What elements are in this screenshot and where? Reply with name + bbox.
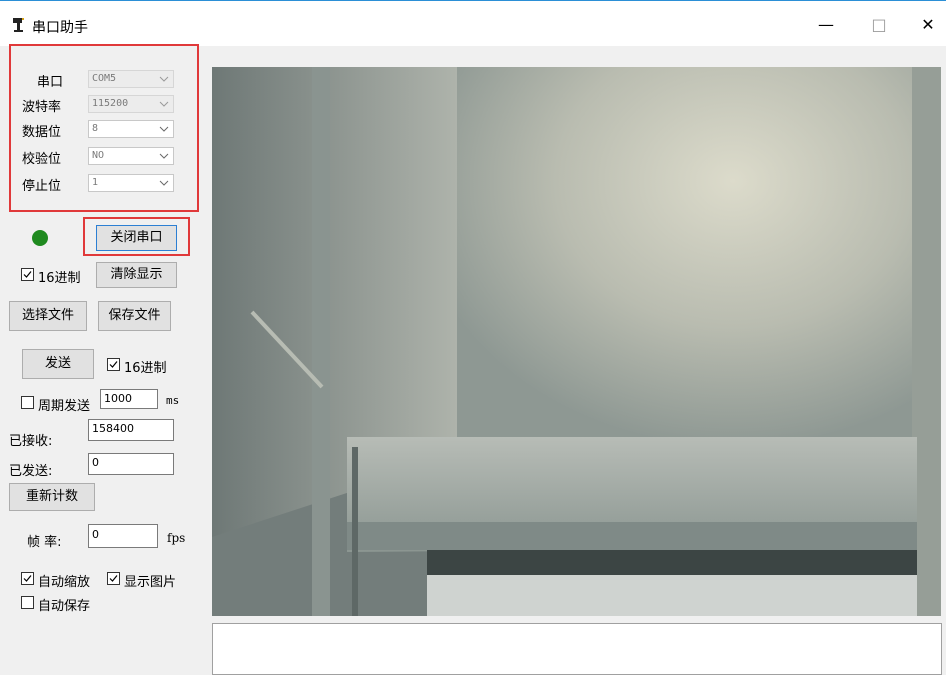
receive-text-area[interactable] <box>212 623 942 675</box>
sent-count-field: 0 <box>88 453 174 475</box>
checkmark-icon <box>23 271 32 278</box>
parity-label: 校验位 <box>22 152 62 167</box>
stopbits-value: 1 <box>92 177 99 188</box>
sent-label: 已发送: <box>9 464 53 479</box>
select-file-button[interactable]: 选择文件 <box>9 301 87 331</box>
period-input[interactable]: 1000 <box>100 389 158 409</box>
chevron-down-icon <box>159 180 169 186</box>
period-unit: ms <box>166 394 180 407</box>
checkmark-icon <box>23 575 32 582</box>
chevron-down-icon <box>159 153 169 159</box>
receive-hex-label: 16进制 <box>38 271 81 286</box>
port-value: COM5 <box>92 73 117 84</box>
close-port-button[interactable]: 关闭串口 <box>96 225 177 251</box>
port-select[interactable]: COM5 <box>88 70 174 88</box>
received-count-field: 158400 <box>88 419 174 441</box>
send-hex-checkbox[interactable] <box>107 358 120 371</box>
baud-select[interactable]: 115200 <box>88 95 174 113</box>
minimize-button[interactable]: — <box>804 9 848 41</box>
baud-value: 115200 <box>92 98 129 109</box>
autosave-label: 自动保存 <box>38 599 91 614</box>
title-bar: 串口助手 — □ ✕ <box>0 0 946 46</box>
fps-label: 帧 率: <box>27 535 62 550</box>
reset-count-button[interactable]: 重新计数 <box>9 483 95 511</box>
periodic-send-checkbox[interactable] <box>21 396 34 409</box>
periodic-send-label: 周期发送 <box>38 399 91 414</box>
databits-value: 8 <box>92 123 99 134</box>
databits-select[interactable]: 8 <box>88 120 174 138</box>
stopbits-label: 停止位 <box>22 179 62 194</box>
stopbits-select[interactable]: 1 <box>88 174 174 192</box>
autoscale-checkbox[interactable] <box>21 572 34 585</box>
show-image-checkbox[interactable] <box>107 572 120 585</box>
receive-hex-checkbox[interactable] <box>21 268 34 281</box>
save-file-button[interactable]: 保存文件 <box>98 301 171 331</box>
chevron-down-icon <box>159 101 169 107</box>
send-button[interactable]: 发送 <box>22 349 94 379</box>
baud-label: 波特率 <box>22 100 62 115</box>
send-hex-label: 16进制 <box>124 361 167 376</box>
connection-status-indicator <box>32 230 48 246</box>
show-image-label: 显示图片 <box>124 575 177 590</box>
checkmark-icon <box>109 575 118 582</box>
chevron-down-icon <box>159 76 169 82</box>
checkmark-icon <box>109 361 118 368</box>
fps-unit: fps <box>167 531 186 545</box>
autoscale-label: 自动缩放 <box>38 575 91 590</box>
autosave-checkbox[interactable] <box>21 596 34 609</box>
app-icon <box>13 18 24 32</box>
parity-select[interactable]: NO <box>88 147 174 165</box>
window-title: 串口助手 <box>32 20 88 36</box>
port-label: 串口 <box>37 75 64 90</box>
close-button[interactable]: ✕ <box>906 9 946 41</box>
camera-image-view <box>212 67 941 616</box>
maximize-button[interactable]: □ <box>857 9 901 41</box>
fps-field: 0 <box>88 524 158 548</box>
camera-frame <box>212 67 941 616</box>
databits-label: 数据位 <box>22 125 62 140</box>
chevron-down-icon <box>159 126 169 132</box>
parity-value: NO <box>92 150 105 161</box>
clear-display-button[interactable]: 清除显示 <box>96 262 177 288</box>
received-label: 已接收: <box>9 434 53 449</box>
